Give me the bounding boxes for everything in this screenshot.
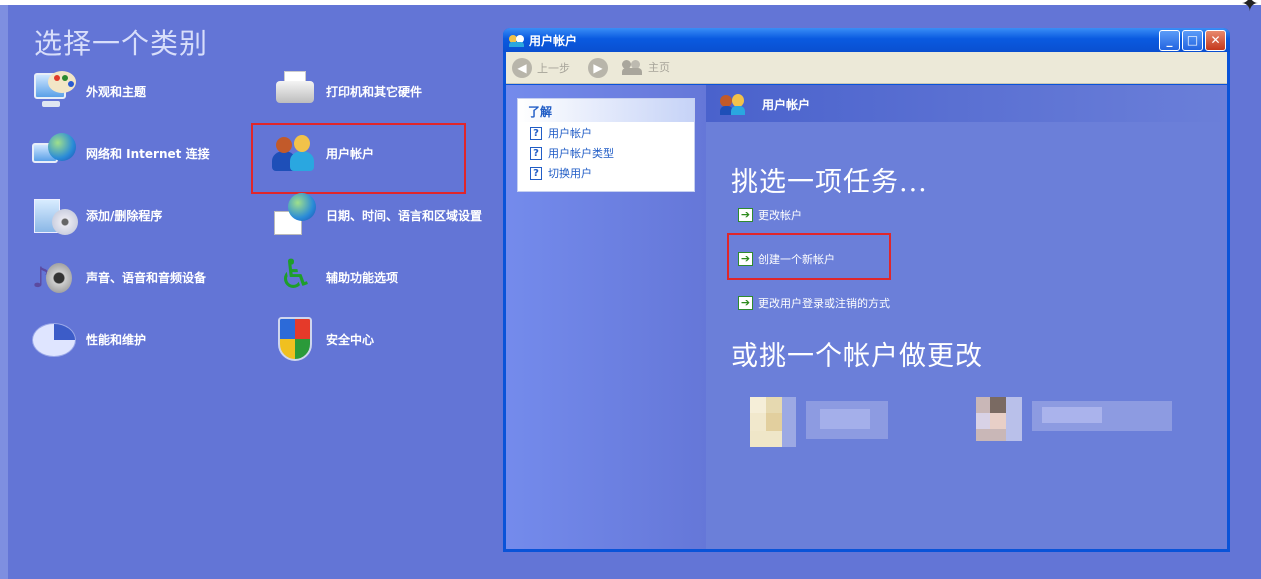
printer-icon [270, 67, 318, 115]
category-label: 打印机和其它硬件 [326, 84, 423, 99]
user-accounts-icon [509, 32, 525, 48]
category-label: 外观和主题 [86, 84, 147, 99]
forward-button[interactable]: ▶ [588, 58, 613, 78]
category-add-remove-programs[interactable]: 添加/删除程序 [30, 190, 162, 240]
add-remove-programs-icon [30, 191, 78, 239]
main-header-title: 用户帐户 [762, 98, 811, 112]
category-appearance[interactable]: 外观和主题 [30, 66, 146, 116]
window-toolbar: ◀ 上一步 ▶ 主页 [506, 52, 1227, 84]
user-accounts-highlight [251, 123, 466, 194]
performance-icon [30, 315, 78, 363]
network-icon [30, 129, 78, 177]
help-icon: ? [530, 126, 542, 140]
category-label: 声音、语音和音频设备 [86, 270, 207, 285]
category-accessibility[interactable]: ♿ 辅助功能选项 [270, 252, 398, 302]
account-picture [750, 397, 796, 447]
window-titlebar[interactable]: 用户帐户 _ □ ✕ [503, 28, 1230, 52]
appearance-icon [30, 67, 78, 115]
category-date-time[interactable]: 日期、时间、语言和区域设置 [270, 190, 482, 240]
category-network[interactable]: 网络和 Internet 连接 [30, 128, 210, 178]
category-security-center[interactable]: 安全中心 [270, 314, 374, 364]
category-label: 辅助功能选项 [326, 270, 399, 285]
sounds-icon: ♪ [30, 253, 78, 301]
help-icon: ? [530, 166, 542, 180]
category-label: 性能和维护 [86, 332, 147, 347]
category-performance[interactable]: 性能和维护 [30, 314, 146, 364]
minimize-button[interactable]: _ [1159, 30, 1180, 51]
task-change-account[interactable]: ➔ 更改帐户 [738, 207, 802, 223]
create-account-highlight [727, 233, 891, 280]
category-heading: 选择一个类别 [34, 27, 209, 60]
back-label: 上一步 [537, 62, 570, 75]
accessibility-icon: ♿ [278, 252, 314, 298]
forward-arrow-icon: ▶ [588, 58, 608, 78]
account-picture [976, 397, 1022, 447]
learn-link-label: 用户帐户 [548, 127, 592, 140]
close-button[interactable]: ✕ [1205, 30, 1226, 51]
help-icon: ? [530, 146, 542, 160]
learn-link-account-types[interactable]: ? 用户帐户类型 [518, 142, 694, 162]
corner-fragment-icon: ✦ [1240, 0, 1259, 17]
security-center-icon [270, 315, 318, 363]
category-printers[interactable]: 打印机和其它硬件 [270, 66, 422, 116]
category-label: 添加/删除程序 [86, 208, 163, 223]
learn-link-user-accounts[interactable]: ? 用户帐户 [518, 122, 694, 142]
learn-link-switch-users[interactable]: ? 切换用户 [518, 162, 694, 182]
category-sounds[interactable]: ♪ 声音、语音和音频设备 [30, 252, 206, 302]
learn-link-label: 用户帐户类型 [548, 147, 614, 160]
learn-about-heading: 了解 [518, 99, 694, 122]
task-sidebar: 了解 ? 用户帐户 ? 用户帐户类型 ? 切换用户 [506, 85, 706, 549]
learn-link-label: 切换用户 [548, 167, 592, 180]
window-bottom-border [506, 549, 1227, 552]
main-pane: 用户帐户 挑选一项任务... ➔ 更改帐户 ➔ 创建一个新帐户 ➔ 更改用户登录… [706, 85, 1227, 549]
user-accounts-window: 用户帐户 _ □ ✕ ◀ 上一步 ▶ 主页 了解 ? 用户帐户 ? 用户帐户类型… [503, 28, 1230, 552]
main-header: 用户帐户 [706, 85, 1227, 122]
user-accounts-icon [720, 93, 748, 115]
home-button[interactable]: 主页 [622, 58, 670, 76]
window-title: 用户帐户 [529, 34, 578, 48]
pick-task-heading: 挑选一项任务... [731, 167, 928, 198]
green-arrow-icon: ➔ [738, 208, 753, 222]
back-arrow-icon: ◀ [512, 58, 532, 78]
category-label: 安全中心 [326, 332, 375, 347]
home-label: 主页 [648, 61, 670, 74]
task-label: 更改帐户 [758, 209, 802, 222]
category-label: 网络和 Internet 连接 [86, 146, 210, 161]
category-label: 日期、时间、语言和区域设置 [326, 208, 483, 223]
left-edge [0, 5, 8, 579]
task-change-logon[interactable]: ➔ 更改用户登录或注销的方式 [738, 295, 890, 311]
home-users-icon [622, 58, 644, 76]
task-label: 更改用户登录或注销的方式 [758, 297, 890, 310]
green-arrow-icon: ➔ [738, 296, 753, 310]
date-time-icon [270, 191, 318, 239]
top-border [0, 0, 1261, 5]
maximize-button[interactable]: □ [1182, 30, 1203, 51]
learn-about-panel: 了解 ? 用户帐户 ? 用户帐户类型 ? 切换用户 [517, 98, 695, 192]
window-client: 了解 ? 用户帐户 ? 用户帐户类型 ? 切换用户 用户帐户 挑选一项任务...… [506, 85, 1227, 549]
pick-account-heading: 或挑一个帐户做更改 [731, 341, 983, 372]
back-button[interactable]: ◀ 上一步 [512, 58, 570, 78]
